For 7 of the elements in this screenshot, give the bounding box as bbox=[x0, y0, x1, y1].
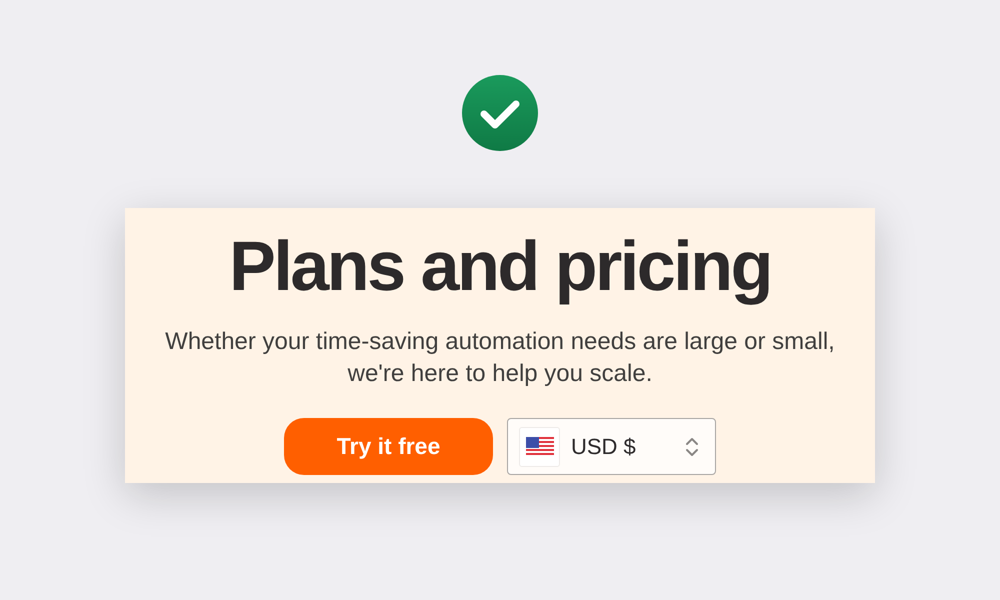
chevron-up-down-icon bbox=[685, 436, 699, 458]
check-icon bbox=[462, 75, 538, 151]
page-title: Plans and pricing bbox=[229, 228, 771, 304]
currency-value: USD $ bbox=[571, 433, 637, 461]
page-subtitle: Whether your time-saving automation needs are large or small, we're here to help you scale. bbox=[164, 327, 836, 389]
currency-select[interactable]: USD $ bbox=[507, 418, 716, 475]
flag-icon bbox=[519, 426, 560, 466]
